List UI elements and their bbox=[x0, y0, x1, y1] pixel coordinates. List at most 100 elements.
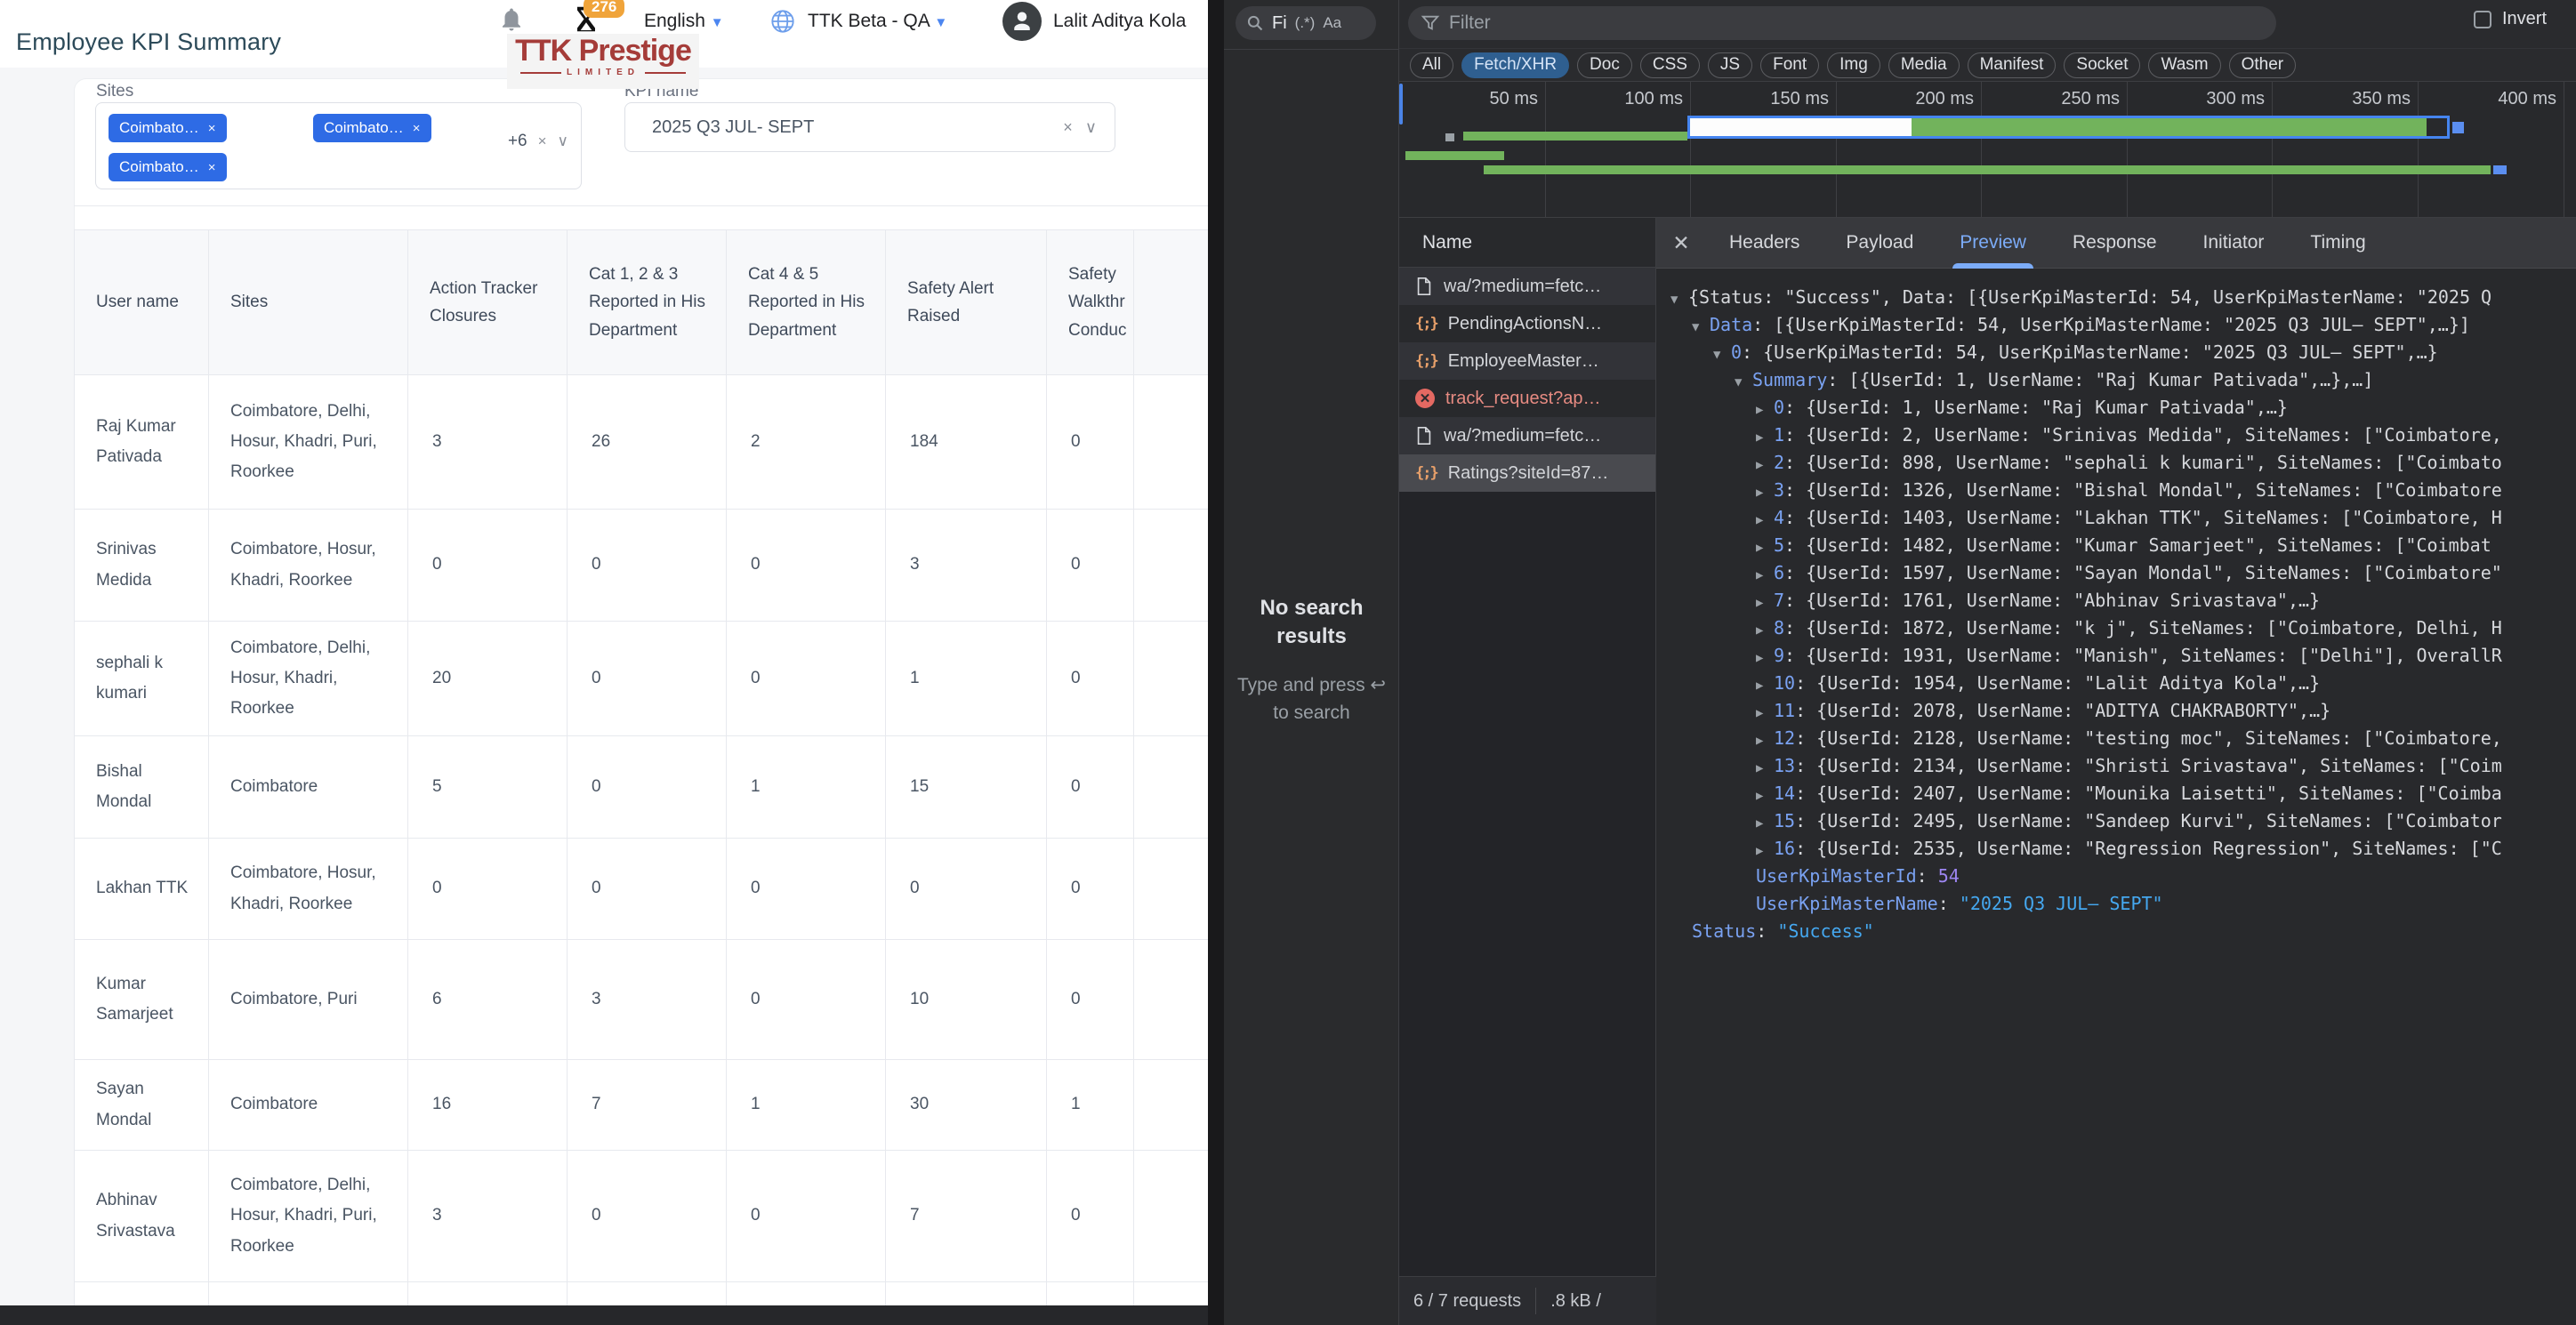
search-input[interactable]: Fi (.*) Aa bbox=[1236, 6, 1376, 40]
filter-chip-doc[interactable]: Doc bbox=[1577, 52, 1632, 78]
json-line[interactable]: ▶14: {UserId: 2407, UserName: "Mounika L… bbox=[1656, 780, 2576, 807]
expand-icon[interactable]: ▶ bbox=[1756, 727, 1774, 755]
close-icon[interactable]: ✕ bbox=[1656, 231, 1706, 255]
case-sensitive-toggle[interactable]: Aa bbox=[1323, 14, 1341, 32]
json-line[interactable]: ▶11: {UserId: 2078, UserName: "ADITYA CH… bbox=[1656, 697, 2576, 725]
filter-chip-manifest[interactable]: Manifest bbox=[1968, 52, 2057, 78]
network-request-row[interactable]: {;}EmployeeMaster… bbox=[1399, 342, 1655, 380]
collapse-icon[interactable]: ▼ bbox=[1692, 314, 1710, 341]
remove-chip-icon[interactable]: × bbox=[208, 121, 216, 136]
tab-headers[interactable]: Headers bbox=[1706, 218, 1823, 269]
json-line[interactable]: ▼Data: [{UserKpiMasterId: 54, UserKpiMas… bbox=[1656, 311, 2576, 339]
clear-icon[interactable]: × bbox=[1063, 118, 1073, 137]
json-line[interactable]: ▶13: {UserId: 2134, UserName: "Shristi S… bbox=[1656, 752, 2576, 780]
expand-icon[interactable]: ▶ bbox=[1756, 479, 1774, 507]
collapse-icon[interactable]: ▼ bbox=[1713, 341, 1731, 369]
invert-checkbox[interactable] bbox=[2474, 11, 2491, 28]
json-line[interactable]: ▶2: {UserId: 898, UserName: "sephali k k… bbox=[1656, 449, 2576, 477]
tab-timing[interactable]: Timing bbox=[2287, 218, 2388, 269]
json-line[interactable]: ▶12: {UserId: 2128, UserName: "testing m… bbox=[1656, 725, 2576, 752]
json-line[interactable]: ▼Summary: [{UserId: 1, UserName: "Raj Ku… bbox=[1656, 366, 2576, 394]
filter-input[interactable]: Filter bbox=[1408, 6, 2276, 40]
expand-icon[interactable]: ▶ bbox=[1756, 424, 1774, 452]
devtools-edge[interactable] bbox=[1208, 0, 1224, 1325]
network-request-row[interactable]: {;}PendingActionsN… bbox=[1399, 305, 1655, 342]
avatar[interactable] bbox=[1002, 2, 1042, 41]
expand-icon[interactable]: ▶ bbox=[1756, 562, 1774, 590]
filter-chip-css[interactable]: CSS bbox=[1640, 52, 1700, 78]
filter-chip-img[interactable]: Img bbox=[1827, 52, 1880, 78]
column-header[interactable]: Action Tracker Closures bbox=[408, 230, 568, 375]
tab-response[interactable]: Response bbox=[2049, 218, 2180, 269]
network-request-row[interactable]: ✕track_request?ap… bbox=[1399, 380, 1655, 417]
network-request-row[interactable]: {;}Ratings?siteId=87… bbox=[1399, 454, 1655, 492]
collapse-icon[interactable]: ▼ bbox=[1670, 286, 1688, 314]
tab-initiator[interactable]: Initiator bbox=[2180, 218, 2288, 269]
remove-chip-icon[interactable]: × bbox=[208, 160, 216, 175]
site-chip[interactable]: Coimbato…× bbox=[313, 114, 431, 142]
json-line[interactable]: ▶7: {UserId: 1761, UserName: "Abhinav Sr… bbox=[1656, 587, 2576, 614]
json-line[interactable]: ▶16: {UserId: 2535, UserName: "Regressio… bbox=[1656, 835, 2576, 863]
network-request-row[interactable]: wa/?medium=fetc… bbox=[1399, 268, 1655, 305]
filter-chip-media[interactable]: Media bbox=[1888, 52, 1960, 78]
clear-icon[interactable]: × bbox=[538, 132, 547, 150]
expand-icon[interactable]: ▶ bbox=[1756, 645, 1774, 672]
json-line[interactable]: ▶8: {UserId: 1872, UserName: "k j", Site… bbox=[1656, 614, 2576, 642]
json-line[interactable]: ▶15: {UserId: 2495, UserName: "Sandeep K… bbox=[1656, 807, 2576, 835]
filter-chip-js[interactable]: JS bbox=[1708, 52, 1752, 78]
tab-payload[interactable]: Payload bbox=[1823, 218, 1936, 269]
filter-chip-font[interactable]: Font bbox=[1760, 52, 1819, 78]
expand-icon[interactable]: ▶ bbox=[1756, 810, 1774, 838]
filter-chip-other[interactable]: Other bbox=[2229, 52, 2297, 78]
json-line[interactable]: ▶3: {UserId: 1326, UserName: "Bishal Mon… bbox=[1656, 477, 2576, 504]
json-line[interactable]: ▶4: {UserId: 1403, UserName: "Lakhan TTK… bbox=[1656, 504, 2576, 532]
json-line[interactable]: ▶9: {UserId: 1931, UserName: "Manish", S… bbox=[1656, 642, 2576, 670]
expand-icon[interactable]: ▶ bbox=[1756, 700, 1774, 727]
json-line[interactable]: UserKpiMasterName: "2025 Q3 JUL– SEPT" bbox=[1656, 890, 2576, 918]
language-selector[interactable]: English ▼ bbox=[644, 11, 724, 32]
json-line[interactable]: ▶10: {UserId: 1954, UserName: "Lalit Adi… bbox=[1656, 670, 2576, 697]
json-line[interactable]: ▼{Status: "Success", Data: [{UserKpiMast… bbox=[1656, 284, 2576, 311]
horizontal-scrollbar[interactable] bbox=[0, 1305, 1208, 1325]
json-line[interactable]: UserKpiMasterId: 54 bbox=[1656, 863, 2576, 890]
json-line[interactable]: ▶0: {UserId: 1, UserName: "Raj Kumar Pat… bbox=[1656, 394, 2576, 422]
json-line[interactable]: ▶6: {UserId: 1597, UserName: "Sayan Mond… bbox=[1656, 559, 2576, 587]
column-header[interactable]: Safety Walkthr Conduc bbox=[1047, 230, 1134, 375]
preview-json-tree[interactable]: ▼{Status: "Success", Data: [{UserKpiMast… bbox=[1656, 269, 2576, 1325]
json-line[interactable]: Status: "Success" bbox=[1656, 918, 2576, 945]
filter-chip-all[interactable]: All bbox=[1410, 52, 1453, 78]
expand-icon[interactable]: ▶ bbox=[1756, 838, 1774, 865]
chevron-down-icon[interactable]: ∨ bbox=[1085, 118, 1097, 137]
column-header[interactable] bbox=[1134, 230, 1209, 375]
expand-icon[interactable]: ▶ bbox=[1756, 534, 1774, 562]
kpi-name-select[interactable]: 2025 Q3 JUL- SEPT × ∨ bbox=[624, 102, 1115, 152]
regex-toggle[interactable]: (.*) bbox=[1295, 14, 1316, 32]
filter-chip-wasm[interactable]: Wasm bbox=[2148, 52, 2220, 78]
collapse-icon[interactable]: ▼ bbox=[1735, 369, 1752, 397]
remove-chip-icon[interactable]: × bbox=[413, 121, 421, 136]
column-header[interactable]: Safety Alert Raised bbox=[886, 230, 1047, 375]
site-chip[interactable]: Coimbato…× bbox=[109, 114, 227, 142]
invert-filter[interactable]: Invert bbox=[2474, 9, 2547, 29]
expand-icon[interactable]: ▶ bbox=[1756, 452, 1774, 479]
json-line[interactable]: ▶1: {UserId: 2, UserName: "Srinivas Medi… bbox=[1656, 422, 2576, 449]
column-header[interactable]: Cat 1, 2 & 3 Reported in His Department bbox=[568, 230, 727, 375]
expand-icon[interactable]: ▶ bbox=[1756, 755, 1774, 783]
expand-icon[interactable]: ▶ bbox=[1756, 590, 1774, 617]
filter-chip-fetchxhr[interactable]: Fetch/XHR bbox=[1461, 52, 1569, 78]
column-header[interactable]: Cat 4 & 5 Reported in His Department bbox=[727, 230, 886, 375]
json-line[interactable]: ▶5: {UserId: 1482, UserName: "Kumar Sama… bbox=[1656, 532, 2576, 559]
expand-icon[interactable]: ▶ bbox=[1756, 507, 1774, 534]
sites-multiselect[interactable]: Coimbato…×Coimbato…×Coimbato…× +6 × ∨ bbox=[95, 102, 582, 189]
environment-selector[interactable]: TTK Beta - QA ▼ bbox=[808, 11, 947, 32]
name-column-header[interactable]: Name bbox=[1399, 218, 1655, 268]
column-header[interactable]: Sites bbox=[209, 230, 408, 375]
tab-preview[interactable]: Preview bbox=[1936, 218, 2049, 269]
expand-icon[interactable]: ▶ bbox=[1756, 783, 1774, 810]
expand-icon[interactable]: ▶ bbox=[1756, 672, 1774, 700]
expand-icon[interactable]: ▶ bbox=[1756, 397, 1774, 424]
more-sites-count[interactable]: +6 bbox=[508, 132, 527, 151]
network-overview-timeline[interactable]: 50 ms100 ms150 ms200 ms250 ms300 ms350 m… bbox=[1399, 82, 2576, 218]
user-name[interactable]: Lalit Aditya Kola bbox=[1053, 11, 1186, 32]
filter-chip-socket[interactable]: Socket bbox=[2064, 52, 2140, 78]
